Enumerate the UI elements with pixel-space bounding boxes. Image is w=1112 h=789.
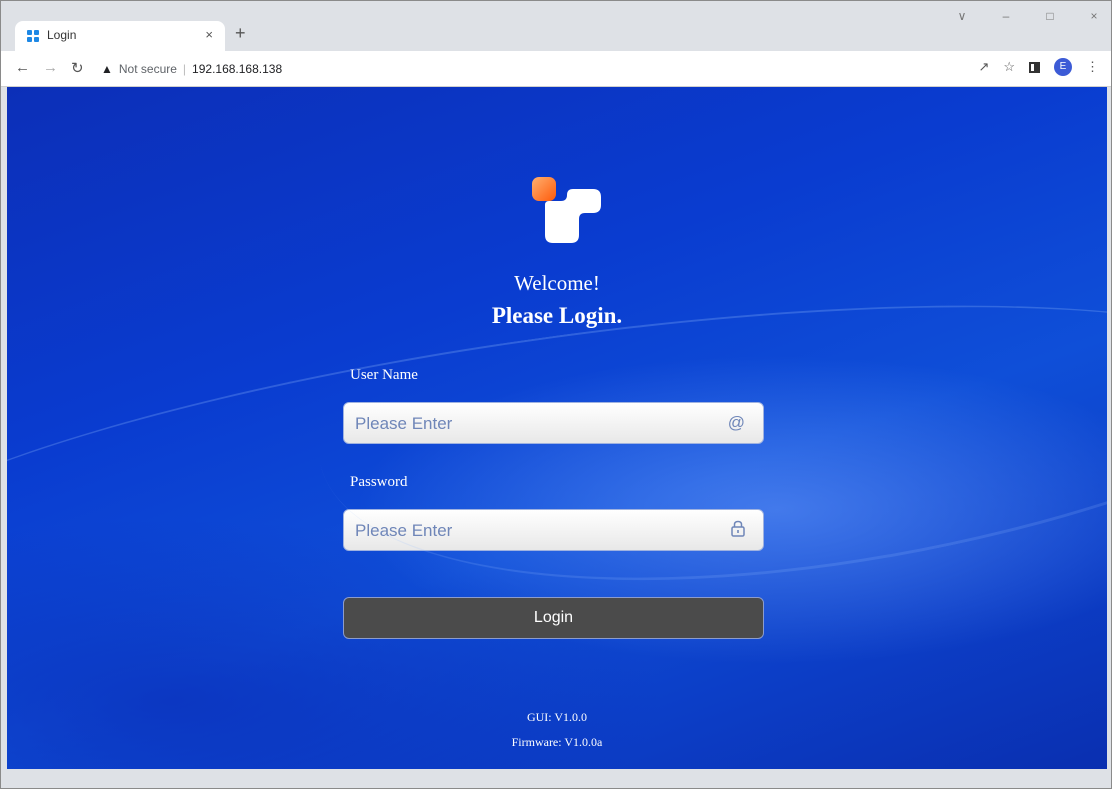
browser-toolbar: ← → ↻ ▲ Not secure | 192.168.168.138 ↗ ☆… — [1, 51, 1111, 87]
welcome-text: Welcome! — [514, 271, 600, 295]
tab-login[interactable]: Login × — [15, 21, 225, 51]
login-page: Welcome! Please Login. User Name @ Passw… — [7, 87, 1107, 769]
maximize-button[interactable]: □ — [1039, 9, 1061, 23]
password-label: Password — [350, 474, 408, 490]
share-icon[interactable]: ↗ — [978, 59, 989, 75]
back-arrow-icon[interactable]: ← — [15, 59, 30, 76]
profile-avatar[interactable]: E — [1054, 58, 1072, 76]
gui-version: GUI: V1.0.0 — [526, 710, 588, 724]
brand-logo-icon — [532, 177, 601, 243]
new-tab-button[interactable]: + — [235, 23, 246, 44]
login-button[interactable]: Login — [343, 597, 764, 639]
reload-icon[interactable]: ↻ — [71, 59, 84, 77]
username-field[interactable]: @ — [343, 402, 764, 445]
security-status[interactable]: Not secure — [119, 62, 177, 76]
side-panel-icon[interactable] — [1029, 61, 1040, 73]
login-heading: Please Login. — [491, 303, 623, 328]
forward-arrow-icon[interactable]: → — [43, 59, 58, 76]
username-label: User Name — [350, 367, 418, 383]
username-input[interactable] — [344, 403, 717, 445]
windows-favicon-icon — [27, 30, 39, 42]
password-field[interactable] — [343, 509, 764, 552]
divider: | — [182, 62, 187, 76]
toolbar-actions: ↗ ☆ E ⋮ — [978, 58, 1099, 76]
minimize-button[interactable]: – — [995, 9, 1017, 23]
browser-window: Login × + ∨ – □ × ← → ↻ ▲ Not secure | 1… — [0, 0, 1112, 789]
tab-title: Login — [47, 28, 77, 42]
tab-search-icon[interactable]: ∨ — [951, 9, 973, 23]
warning-icon[interactable]: ▲ — [101, 62, 113, 76]
firmware-version: Firmware: V1.0.0a — [511, 735, 603, 749]
address-bar[interactable]: ▲ Not secure | 192.168.168.138 — [101, 57, 282, 81]
url-text[interactable]: 192.168.168.138 — [192, 62, 282, 76]
window-controls: ∨ – □ × — [951, 9, 1105, 23]
close-window-button[interactable]: × — [1083, 9, 1105, 23]
tab-strip: Login × + ∨ – □ × — [1, 1, 1111, 51]
bookmark-star-icon[interactable]: ☆ — [1003, 59, 1015, 75]
password-input[interactable] — [344, 510, 717, 552]
at-sign-icon: @ — [727, 413, 745, 432]
menu-dots-icon[interactable]: ⋮ — [1086, 59, 1099, 75]
lock-icon — [731, 520, 745, 542]
tab-close-icon[interactable]: × — [205, 27, 213, 42]
